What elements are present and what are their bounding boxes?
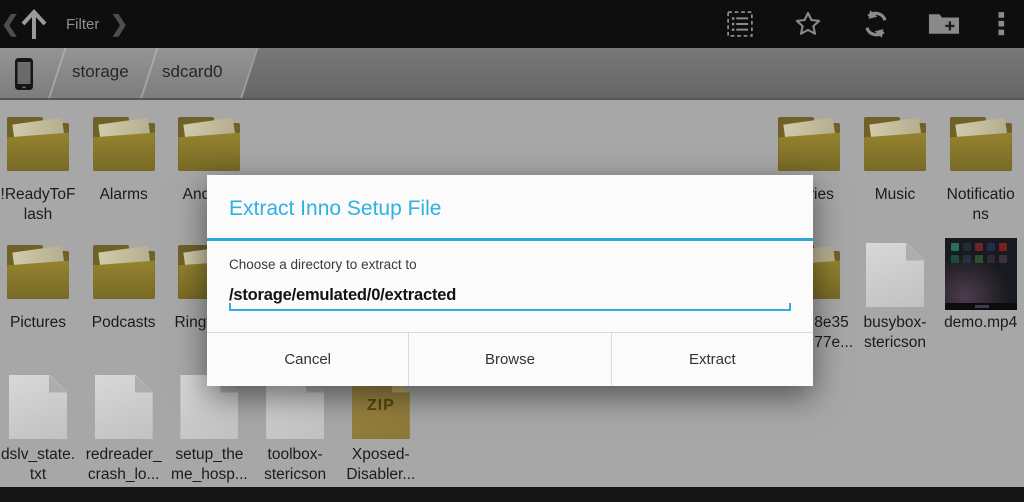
folder-icon [176,116,242,176]
folder-icon [91,116,157,176]
input-underline [229,309,791,311]
grid-item[interactable]: ZIP Xposed- Disabler... [338,370,424,495]
grid-item-label: !ReadyToF lash [0,185,81,225]
grid-item[interactable]: dslv_state. txt [0,370,81,495]
app-screen: ❮ Filter ❯ [0,0,1024,502]
video-thumbnail [945,238,1017,310]
bottom-bar [0,487,1024,502]
grid-item-label: redreader_ crash_lo... [81,445,167,485]
extract-dialog: Extract Inno Setup File Choose a directo… [207,175,813,386]
grid-item-label: Alarms [81,185,167,205]
folder-icon [862,116,928,176]
path-input[interactable]: /storage/emulated/0/extracted [222,286,798,311]
folder-icon [948,116,1014,176]
pager-right-icon[interactable]: ❯ [110,11,128,37]
grid-item-label: setup_the me_hosp... [166,445,252,485]
grid-item[interactable]: redreader_ crash_lo... [81,370,167,495]
overflow-menu-icon[interactable] [978,0,1024,48]
grid-item-label: Pictures [0,313,81,333]
filter-button[interactable]: Filter [66,16,99,33]
grid-item[interactable]: Podcasts [81,238,167,363]
grid-item-label: busybox- stericson [852,313,938,353]
top-toolbar: ❮ Filter ❯ [0,0,1024,48]
zip-badge: ZIP [352,397,410,415]
browse-button[interactable]: Browse [408,333,610,386]
folder-icon [5,244,71,304]
new-folder-icon[interactable] [910,0,978,48]
cancel-button[interactable]: Cancel [207,333,408,386]
grid-item-label: Music [852,185,938,205]
grid-item-label: dslv_state. txt [0,445,81,485]
file-icon [866,243,924,307]
file-icon [9,375,67,439]
grid-item[interactable]: Pictures [0,238,81,363]
file-icon [95,375,153,439]
up-arrow-icon[interactable] [16,5,52,43]
refresh-icon[interactable] [842,0,910,48]
grid-item[interactable]: Notificatio ns [938,110,1024,235]
grid-item[interactable]: Alarms [81,110,167,235]
extract-button[interactable]: Extract [611,333,813,386]
breadcrumb-segment-sdcard0[interactable]: sdcard0 [162,62,222,82]
grid-item-label: demo.mp4 [938,313,1024,333]
folder-icon [5,116,71,176]
multi-select-icon[interactable] [706,0,774,48]
grid-item-label: Notificatio ns [938,185,1024,225]
folder-icon [776,116,842,176]
path-input-value: /storage/emulated/0/extracted [229,286,456,304]
grid-item-label: Podcasts [81,313,167,333]
toolbar-actions [706,0,1024,48]
grid-item[interactable]: toolbox- stericson [252,370,338,495]
grid-item[interactable]: Music [852,110,938,235]
dialog-button-bar: Cancel Browse Extract [207,332,813,386]
breadcrumb: storage sdcard0 [0,48,1024,100]
grid-item-label: toolbox- stericson [252,445,338,485]
bookmarks-star-icon[interactable] [774,0,842,48]
dialog-title: Extract Inno Setup File [207,175,813,238]
folder-icon [91,244,157,304]
grid-item[interactable]: setup_the me_hosp... [166,370,252,495]
breadcrumb-segment-storage[interactable]: storage [72,62,129,82]
grid-item[interactable]: busybox- stericson [852,238,938,363]
grid-item[interactable]: !ReadyToF lash [0,110,81,235]
grid-item[interactable]: demo.mp4 [938,238,1024,363]
grid-item-label: Xposed- Disabler... [338,445,424,485]
device-phone-icon[interactable] [12,57,36,91]
dialog-message: Choose a directory to extract to [207,241,813,272]
